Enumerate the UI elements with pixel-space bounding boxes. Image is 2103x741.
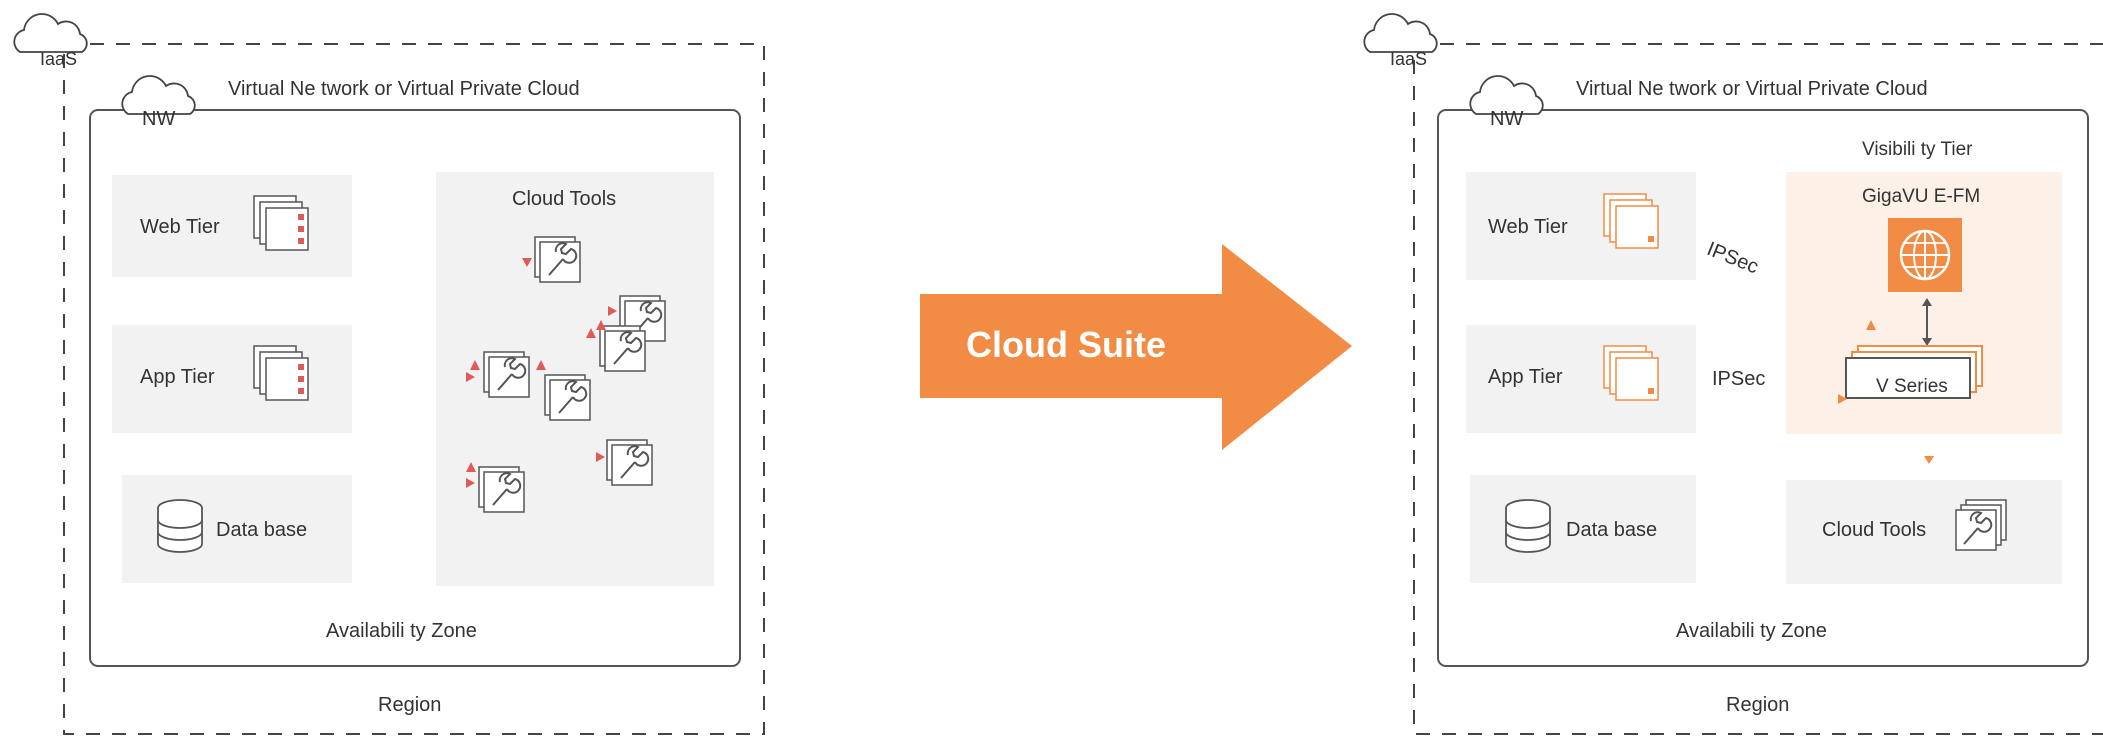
right-nw-label: NW [1490, 108, 1524, 130]
right-region-label: Region [1726, 694, 1790, 716]
right-web-tier-label: Web Tier [1488, 216, 1568, 238]
left-region-label: Region [378, 694, 442, 716]
right-iaas-label: IaaS [1390, 49, 1428, 69]
v-series-label: V Series [1876, 376, 1948, 397]
wrench-icon [544, 374, 591, 421]
ipsec-app-label: IPSec [1712, 368, 1766, 390]
right-database-label: Data base [1566, 519, 1658, 541]
right-app-tier-label: App Tier [1488, 366, 1563, 388]
visibility-tier-label: Visibili ty Tier [1862, 139, 1973, 160]
left-iaas-label: IaaS [40, 49, 78, 69]
right-cloud-tools-label: Cloud Tools [1822, 519, 1927, 541]
wrench-icon [478, 466, 525, 513]
globe-icon [1888, 218, 1962, 292]
wrench-icon [606, 439, 653, 486]
left-vnet-label: Virtual Ne twork or Virtual Private Clou… [228, 78, 580, 100]
gigavue-fm-label: GigaVU E-FM [1862, 186, 1981, 207]
left-database-icon [157, 499, 203, 553]
cloud-suite-label: Cloud Suite [966, 324, 1166, 365]
left-app-tier-label: App Tier [140, 366, 215, 388]
left-nw-label: NW [142, 108, 176, 130]
wrench-icon [599, 325, 646, 372]
left-iaas-cloud-icon [13, 13, 88, 53]
right-wrench-icon [1955, 499, 2007, 551]
right-az-label: Availabili ty Zone [1676, 620, 1827, 642]
left-database-label: Data base [216, 519, 308, 541]
left-web-tier-label: Web Tier [140, 216, 220, 238]
right-iaas-cloud-icon [1363, 13, 1438, 53]
left-cloud-tools-label: Cloud Tools [512, 188, 617, 210]
wrench-icon [483, 351, 530, 398]
left-web-server-icon [253, 195, 309, 251]
cloud-architecture-diagram: IaaS Virtual Ne twork or Virtual Private… [0, 0, 2103, 736]
right-vnet-label: Virtual Ne twork or Virtual Private Clou… [1576, 78, 1928, 100]
wrench-icon [534, 236, 581, 283]
left-app-server-icon [253, 345, 309, 401]
right-app-server-icon [1603, 345, 1659, 401]
right-database-icon [1505, 499, 1551, 553]
right-web-server-icon [1603, 193, 1659, 249]
left-az-label: Availabili ty Zone [326, 620, 477, 642]
